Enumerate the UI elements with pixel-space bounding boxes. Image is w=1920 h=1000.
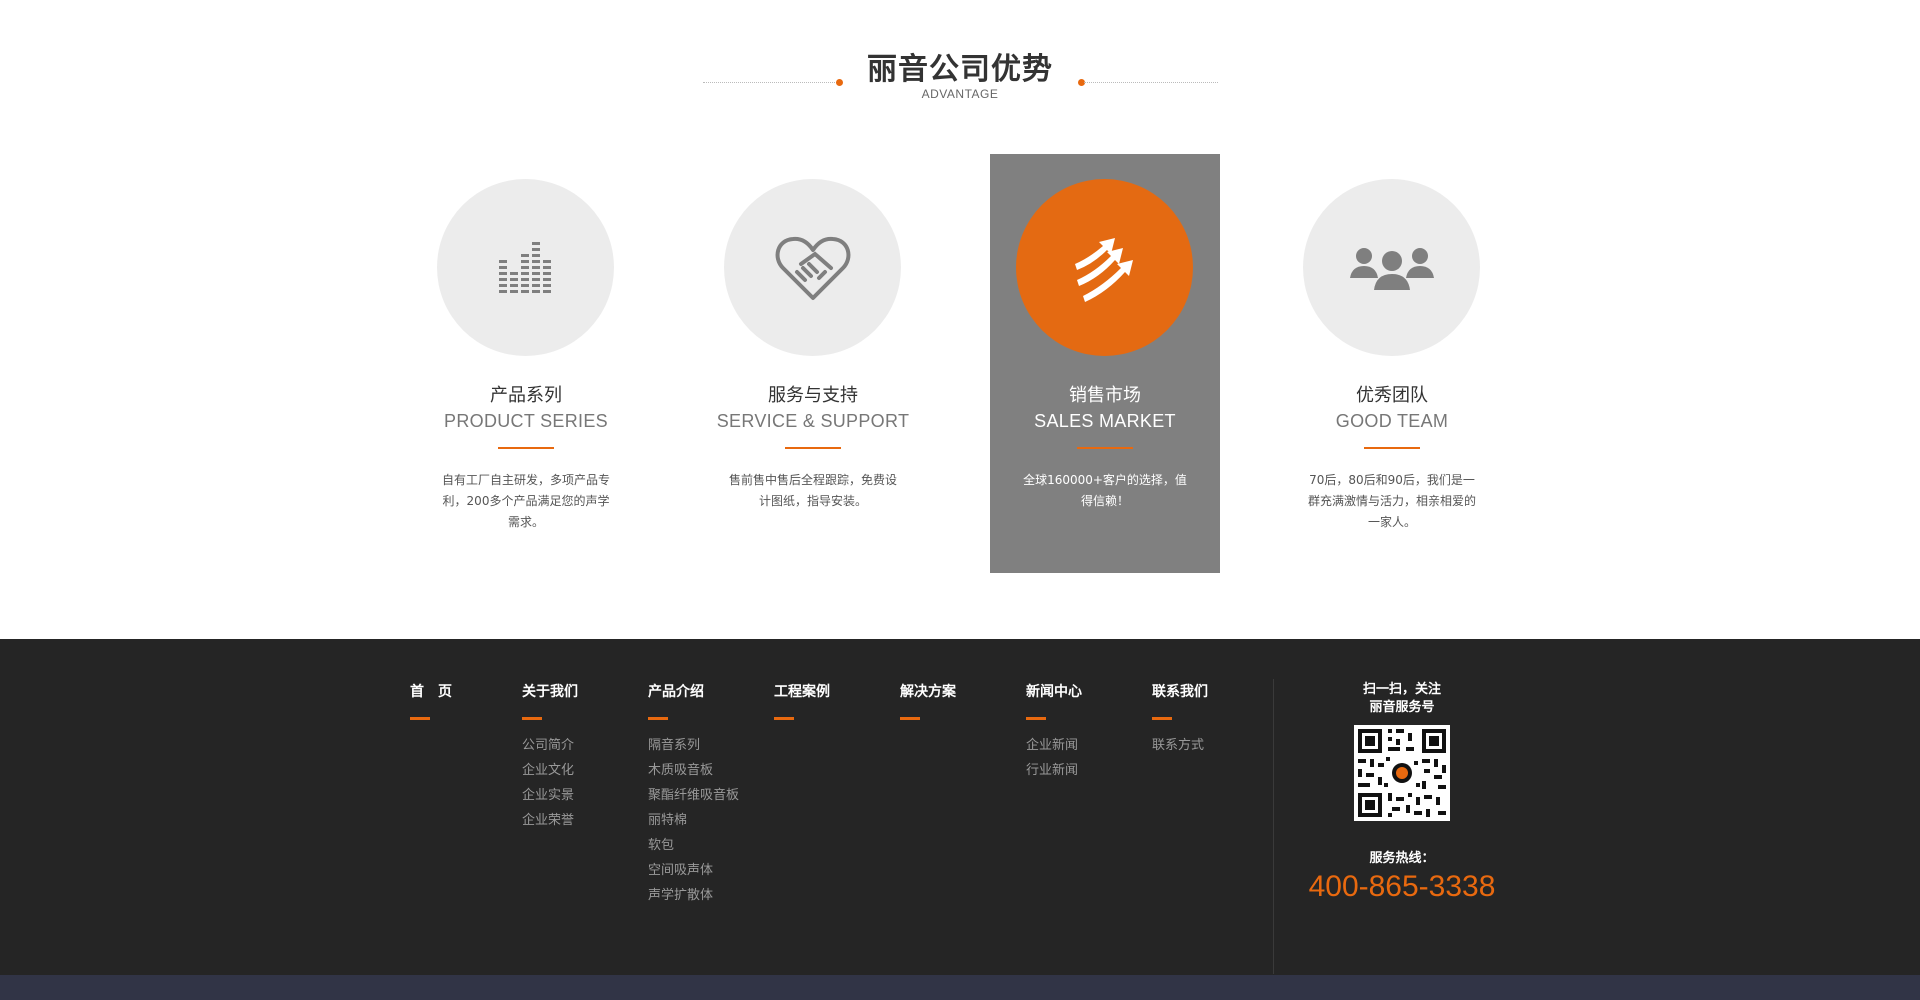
advantage-card-good-team[interactable]: 优秀团队 GOOD TEAM 70后，80后和90后，我们是一群充满激情与活力，…: [1277, 154, 1507, 573]
qr-caption-line2: 丽音服务号: [1369, 700, 1435, 715]
advantage-card-service-support[interactable]: 服务与支持 SERVICE & SUPPORT 售前售中售后全程跟踪，免费设计图…: [698, 154, 928, 573]
footer-col-solutions: 解决方案: [900, 681, 956, 720]
footer-col-underline: [522, 717, 542, 720]
card-rule: [785, 447, 841, 449]
card-title-cn: 产品系列: [490, 385, 562, 406]
footer-sublink[interactable]: 企业实景: [522, 783, 578, 808]
footer-link-products[interactable]: 产品介绍: [648, 681, 739, 701]
footer-sublink[interactable]: 行业新闻: [1026, 758, 1082, 783]
card-rule: [498, 447, 554, 449]
footer-sublink[interactable]: 软包: [648, 833, 739, 858]
footer-link-solutions[interactable]: 解决方案: [900, 681, 956, 701]
footer-sublink[interactable]: 企业新闻: [1026, 733, 1082, 758]
footer-sublink[interactable]: 聚酯纤维吸音板: [648, 783, 739, 808]
equalizer-icon: [498, 241, 551, 293]
footer-sublink[interactable]: 丽特棉: [648, 808, 739, 833]
icon-circle: [1303, 179, 1480, 356]
footer-sublink[interactable]: 空间吸声体: [648, 858, 739, 883]
team-icon: [1349, 247, 1434, 290]
card-description: 售前售中售后全程跟踪，免费设计图纸，指导安装。: [728, 473, 897, 508]
footer-col-news: 新闻中心 企业新闻 行业新闻: [1026, 681, 1082, 783]
hotline-label: 服务热线：: [1369, 851, 1435, 866]
footer-sublink[interactable]: 木质吸音板: [648, 758, 739, 783]
advantage-card-sales-market[interactable]: 销售市场 SALES MARKET 全球160000+客户的选择，值得信赖！: [990, 154, 1220, 573]
footer-col-underline: [1152, 717, 1172, 720]
site-footer: 首 页 关于我们 公司简介 企业文化 企业实景 企业荣誉 产品介绍 隔音系列 木…: [0, 639, 1920, 975]
footer-sublink[interactable]: 公司简介: [522, 733, 578, 758]
footer-link-home[interactable]: 首 页: [410, 681, 452, 701]
footer-sublink[interactable]: 联系方式: [1152, 733, 1208, 758]
footer-col-contact: 联系我们 联系方式: [1152, 681, 1208, 758]
growth-arrows-icon: [1074, 237, 1133, 302]
card-title-en: SALES MARKET: [1034, 411, 1176, 431]
footer-sublink[interactable]: 企业文化: [522, 758, 578, 783]
advantage-section: 丽音公司优势 ADVANTAGE 产品系列 PRODUCT SERIES 自有工…: [0, 0, 1920, 639]
footer-col-underline: [1026, 717, 1046, 720]
handshake-icon: [775, 236, 850, 300]
qr-code: [1354, 725, 1450, 821]
section-subtitle: ADVANTAGE: [921, 87, 999, 101]
footer-sublink[interactable]: 隔音系列: [648, 733, 739, 758]
footer-sublist: 公司简介 企业文化 企业实景 企业荣誉: [522, 733, 578, 833]
footer-col-about: 关于我们 公司简介 企业文化 企业实景 企业荣誉: [522, 681, 578, 833]
footer-col-underline: [648, 717, 668, 720]
card-rule: [1077, 447, 1133, 449]
footer-col-underline: [410, 717, 430, 720]
footer-link-contact[interactable]: 联系我们: [1152, 681, 1208, 701]
footer-col-underline: [774, 717, 794, 720]
card-title-en: PRODUCT SERIES: [444, 411, 608, 431]
card-title-cn: 销售市场: [1069, 385, 1141, 406]
footer-sublink[interactable]: 声学扩散体: [648, 883, 739, 908]
card-title-cn: 服务与支持: [768, 385, 858, 406]
footer-col-cases: 工程案例: [774, 681, 830, 720]
card-description: 自有工厂自主研发，多项产品专利，200多个产品满足您的声学需求。: [441, 473, 610, 529]
icon-circle: [1016, 179, 1193, 356]
qr-caption-line1: 扫一扫，关注: [1362, 682, 1441, 697]
qr-caption: 扫一扫，关注 丽音服务号: [1302, 681, 1502, 717]
footer-sublist: 隔音系列 木质吸音板 聚酯纤维吸音板 丽特棉 软包 空间吸声体 声学扩散体: [648, 733, 739, 908]
card-title-en: GOOD TEAM: [1335, 411, 1449, 431]
footer-col-home: 首 页: [410, 681, 452, 720]
icon-circle: [437, 179, 614, 356]
card-description: 70后，80后和90后，我们是一群充满激情与活力，相亲相爱的一家人。: [1307, 473, 1476, 529]
footer-link-cases[interactable]: 工程案例: [774, 681, 830, 701]
card-rule: [1364, 447, 1420, 449]
advantage-card-product-series[interactable]: 产品系列 PRODUCT SERIES 自有工厂自主研发，多项产品专利，200多…: [411, 154, 641, 573]
footer-col-underline: [900, 717, 920, 720]
footer-link-news[interactable]: 新闻中心: [1026, 681, 1082, 701]
bottom-bar: [0, 975, 1920, 1000]
footer-sublist: 企业新闻 行业新闻: [1026, 733, 1082, 783]
card-description: 全球160000+客户的选择，值得信赖！: [1023, 473, 1187, 508]
hotline-number[interactable]: 400-865-3338: [1302, 870, 1502, 904]
section-title: 丽音公司优势: [867, 52, 1053, 87]
footer-link-about[interactable]: 关于我们: [522, 681, 578, 701]
footer-sublink[interactable]: 企业荣誉: [522, 808, 578, 833]
footer-col-products: 产品介绍 隔音系列 木质吸音板 聚酯纤维吸音板 丽特棉 软包 空间吸声体 声学扩…: [648, 681, 739, 908]
card-title-cn: 优秀团队: [1356, 385, 1428, 406]
icon-circle: [724, 179, 901, 356]
qr-code-icon: [1354, 725, 1450, 821]
card-title-en: SERVICE & SUPPORT: [716, 411, 910, 431]
footer-sublist: 联系方式: [1152, 733, 1208, 758]
footer-divider: [1273, 679, 1274, 974]
